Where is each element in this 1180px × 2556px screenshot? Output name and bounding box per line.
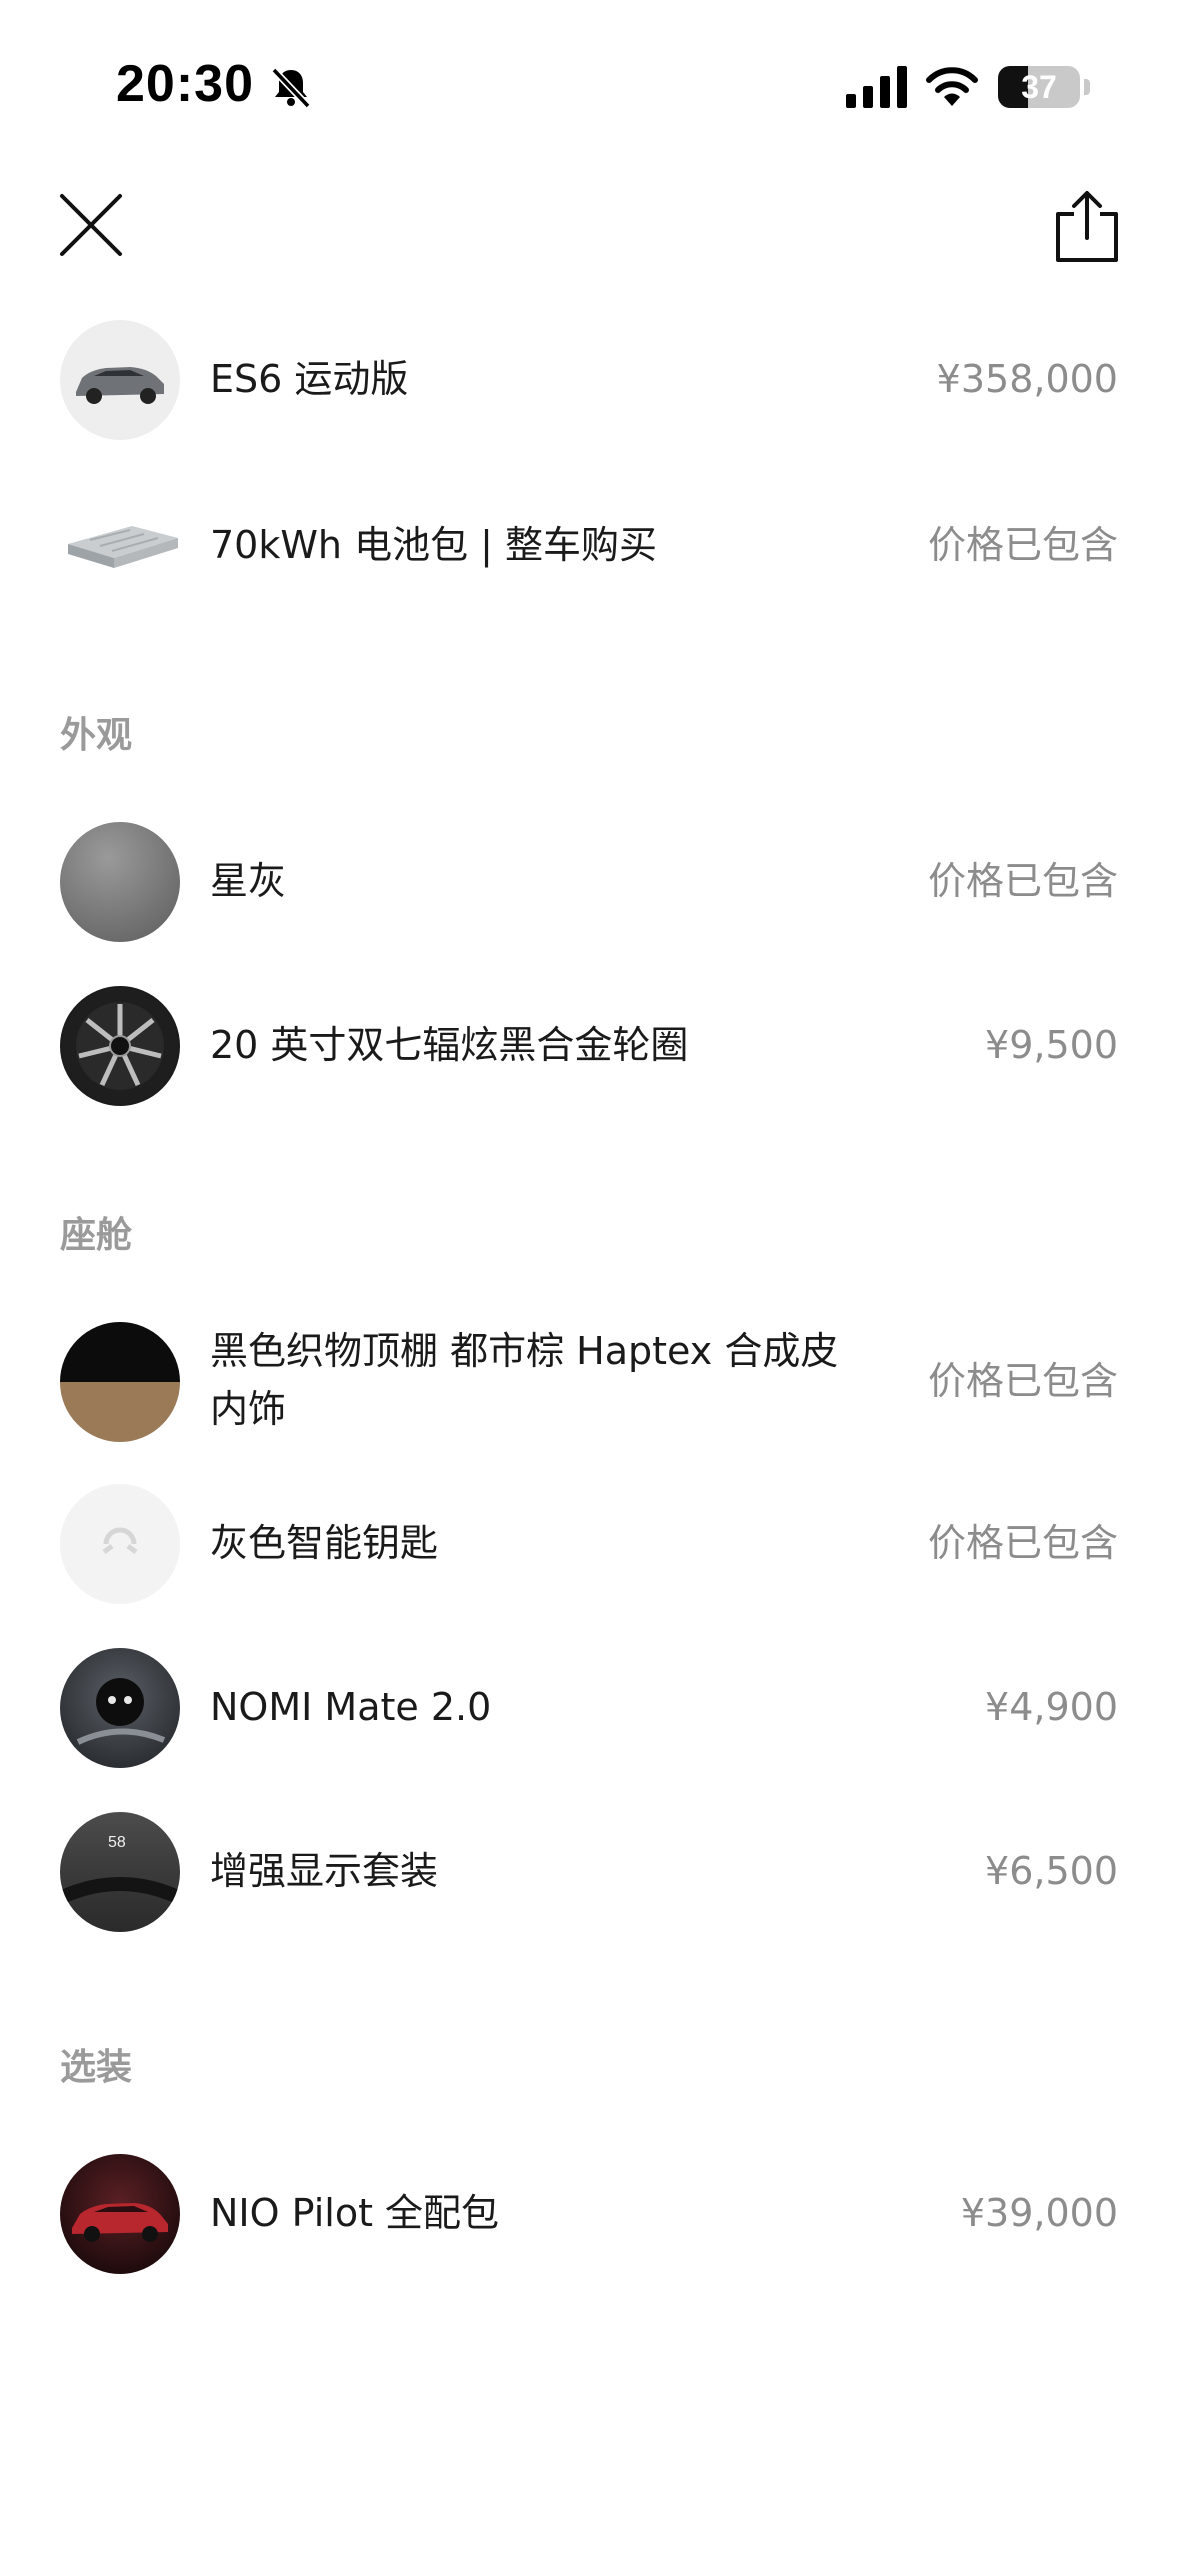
battery-pack-thumb (60, 504, 184, 588)
car-icon (76, 367, 164, 404)
item-name: NOMI Mate 2.0 (210, 1685, 492, 1729)
item-name: ES6 运动版 (210, 357, 409, 401)
item-price: 价格已包含 (927, 1521, 1118, 1565)
share-icon[interactable] (1052, 188, 1122, 264)
item-price: 价格已包含 (927, 859, 1118, 903)
item-price: 价格已包含 (927, 1359, 1118, 1403)
steering-wheel-icon (60, 1877, 180, 1905)
section-title-exterior: 外观 (60, 715, 133, 756)
item-price: ¥4,900 (985, 1685, 1118, 1729)
list-item-key[interactable]: 灰色智能钥匙 价格已包含 (0, 1482, 1180, 1606)
item-name-line-2: 内饰 (210, 1387, 287, 1431)
nomi-thumb (60, 1648, 180, 1768)
red-car-thumb (60, 2154, 180, 2274)
close-icon[interactable] (56, 190, 126, 260)
cellular-signal-icon (846, 66, 907, 108)
car-thumb (60, 320, 180, 440)
section-title-cabin: 座舱 (60, 1215, 133, 1256)
interior-swatch-black (60, 1322, 180, 1382)
item-price: 价格已包含 (927, 523, 1118, 567)
status-time: 20:30 (116, 55, 254, 113)
list-item-battery[interactable]: 70kWh 电池包 | 整车购买 价格已包含 (0, 484, 1180, 608)
display-thumb: 58 (60, 1812, 180, 1932)
battery-cap (1084, 79, 1090, 95)
battery-level-text: 37 (1021, 69, 1057, 105)
list-item-paint[interactable]: 星灰 价格已包含 (0, 820, 1180, 944)
battery-indicator: 37 (998, 66, 1080, 108)
item-price: ¥9,500 (985, 1023, 1118, 1067)
status-bar: 20:30 37 (0, 0, 1180, 150)
item-name: 灰色智能钥匙 (210, 1521, 439, 1565)
item-price: ¥39,000 (960, 2191, 1118, 2235)
list-item-wheel[interactable]: 20 英寸双七辐炫黑合金轮圈 ¥9,500 (0, 984, 1180, 1108)
nomi-icon (76, 1678, 166, 1745)
item-price: ¥6,500 (985, 1849, 1118, 1893)
red-car-icon (72, 2203, 168, 2242)
list-item-car[interactable]: ES6 运动版 ¥358,000 (0, 318, 1180, 442)
list-item-display[interactable]: 58 增强显示套装 ¥6,500 (0, 1810, 1180, 1934)
item-name: 星灰 (210, 859, 287, 903)
interior-swatch-brown (60, 1382, 180, 1442)
battery-pack-icon (68, 526, 178, 568)
item-name-line-1: 黑色织物顶棚 都市棕 Haptex 合成皮 (210, 1329, 839, 1373)
item-price: ¥358,000 (936, 357, 1118, 401)
key-icon (102, 1527, 138, 1554)
item-name: 70kWh 电池包 | 整车购买 (210, 523, 658, 567)
wheel-thumb (60, 986, 180, 1106)
item-name: 增强显示套装 (210, 1849, 439, 1893)
list-item-nomi[interactable]: NOMI Mate 2.0 ¥4,900 (0, 1646, 1180, 1770)
item-name: NIO Pilot 全配包 (210, 2191, 500, 2235)
key-thumb (60, 1484, 180, 1604)
item-name: 20 英寸双七辐炫黑合金轮圈 (210, 1023, 689, 1067)
section-title-options: 选装 (60, 2047, 133, 2088)
list-item-interior[interactable]: 黑色织物顶棚 都市棕 Haptex 合成皮 内饰 价格已包含 (0, 1320, 1180, 1460)
interior-swatch (60, 1322, 180, 1442)
list-item-pilot[interactable]: NIO Pilot 全配包 ¥39,000 (0, 2152, 1180, 2276)
grey-color-swatch (60, 822, 180, 942)
wifi-icon (926, 67, 978, 106)
wheel-icon (62, 988, 178, 1104)
bell-slash-icon (271, 67, 311, 109)
